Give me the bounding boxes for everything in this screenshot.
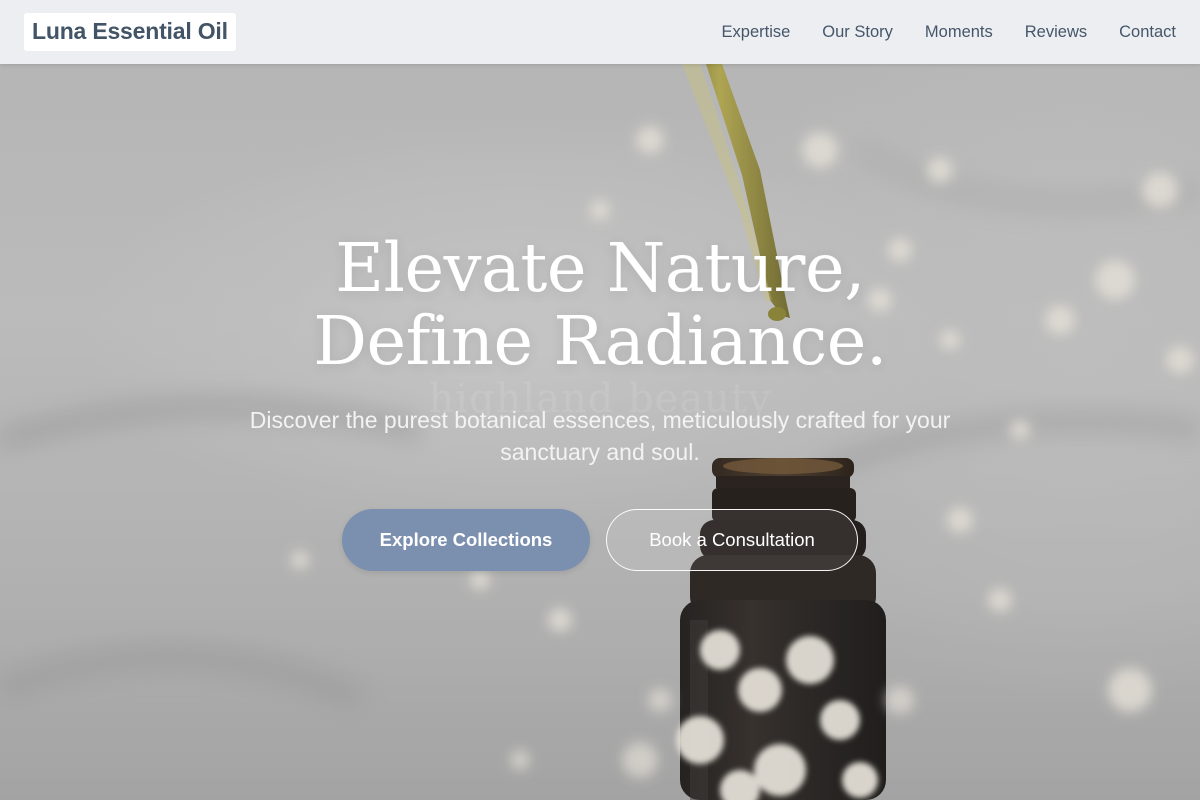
nav-item-expertise[interactable]: Expertise (722, 23, 791, 42)
cta-row: Explore Collections Book a Consultation (0, 509, 1200, 571)
hero-headline-line2: Define Radiance. (313, 302, 887, 380)
book-consultation-button[interactable]: Book a Consultation (606, 509, 858, 571)
hero-headline: Elevate Nature, Define Radiance. (0, 232, 1200, 378)
explore-collections-button[interactable]: Explore Collections (342, 509, 590, 571)
nav-item-moments[interactable]: Moments (925, 23, 993, 42)
nav-item-contact[interactable]: Contact (1119, 23, 1176, 42)
site-header: Luna Essential Oil Expertise Our Story M… (0, 0, 1200, 64)
nav-item-our-story[interactable]: Our Story (822, 23, 893, 42)
main-nav: Expertise Our Story Moments Reviews Cont… (722, 23, 1176, 42)
brand-logo[interactable]: Luna Essential Oil (24, 13, 236, 51)
hero-headline-line1: Elevate Nature, (335, 229, 865, 307)
hero-content: Elevate Nature, Define Radiance. Discove… (0, 232, 1200, 571)
hero-subtitle: Discover the purest botanical essences, … (249, 407, 951, 465)
nav-item-reviews[interactable]: Reviews (1025, 23, 1087, 42)
